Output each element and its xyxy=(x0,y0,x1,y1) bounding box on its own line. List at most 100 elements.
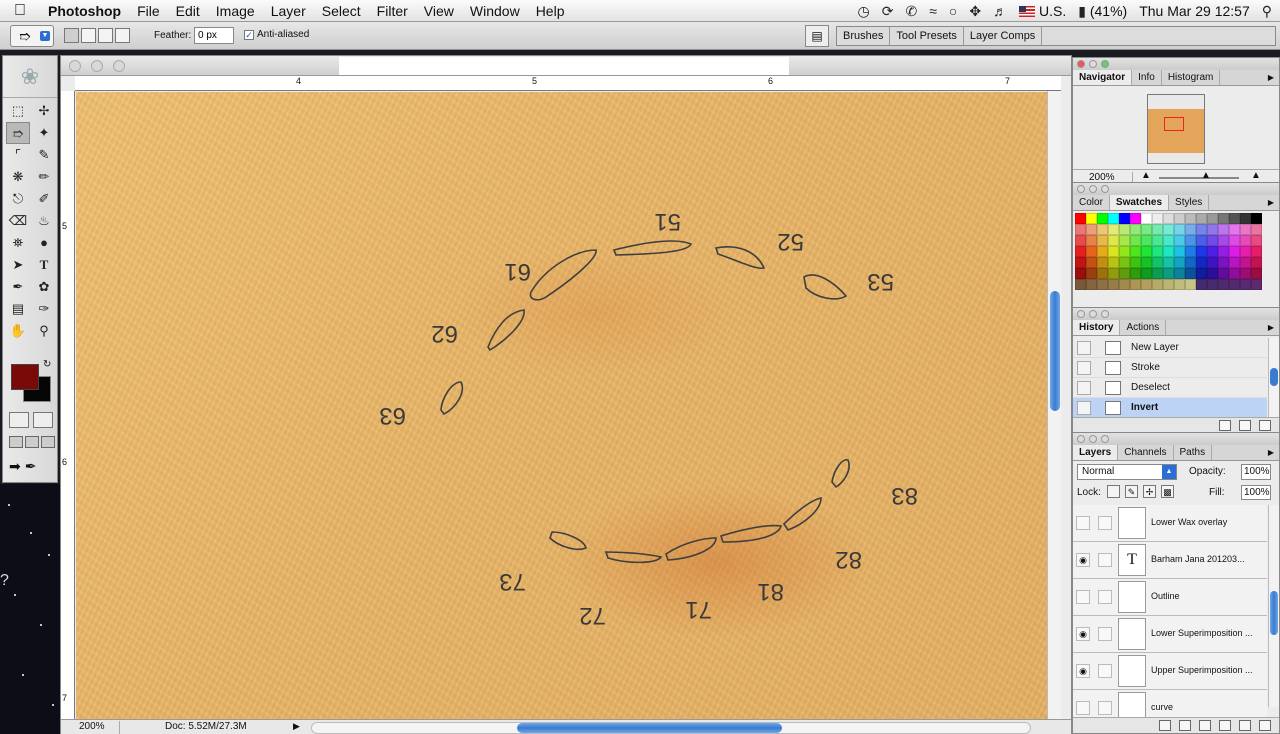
panel-menu-icon[interactable]: ▶ xyxy=(1265,321,1277,334)
history-item-selected[interactable]: Invert xyxy=(1073,398,1267,418)
fill-input[interactable]: 100% xyxy=(1241,485,1271,500)
color-swatch[interactable] xyxy=(1152,257,1163,268)
panel-titlebar[interactable] xyxy=(1073,58,1279,70)
color-swatch[interactable] xyxy=(1108,235,1119,246)
history-source-checkbox[interactable] xyxy=(1077,380,1091,395)
close-panel-button[interactable] xyxy=(1077,60,1085,68)
brush-tool-icon[interactable]: ✏ xyxy=(32,166,56,188)
color-swatch[interactable] xyxy=(1086,246,1097,257)
color-swatch[interactable] xyxy=(1097,268,1108,279)
color-swatch[interactable] xyxy=(1218,235,1229,246)
quick-mask-mode-button[interactable] xyxy=(33,412,53,428)
color-swatch[interactable] xyxy=(1174,213,1185,224)
volume-icon[interactable]: ♬ xyxy=(993,3,1007,19)
tab-paths[interactable]: Paths xyxy=(1174,445,1213,460)
color-swatch[interactable] xyxy=(1185,246,1196,257)
color-swatch[interactable] xyxy=(1130,224,1141,235)
color-swatch[interactable] xyxy=(1174,235,1185,246)
lock-pixels-icon[interactable]: ✎ xyxy=(1125,485,1138,498)
zoom-panel-button[interactable] xyxy=(1101,185,1109,193)
color-swatch[interactable] xyxy=(1174,224,1185,235)
healing-brush-tool-icon[interactable]: ❋ xyxy=(6,166,30,188)
layer-row[interactable]: curve xyxy=(1073,690,1267,717)
history-source-checkbox[interactable] xyxy=(1077,340,1091,355)
spotlight-search-icon[interactable]: ⚲ xyxy=(1262,3,1272,20)
color-swatch[interactable] xyxy=(1207,268,1218,279)
clone-stamp-tool-icon[interactable]: ⎋ xyxy=(6,188,30,210)
tab-layer-comps[interactable]: Layer Comps xyxy=(964,27,1043,45)
trash-icon[interactable] xyxy=(1259,720,1271,731)
zoom-tool-icon[interactable]: ⚲ xyxy=(32,320,56,342)
wifi-icon[interactable]: ≈ xyxy=(929,3,937,19)
color-swatch[interactable] xyxy=(1174,279,1185,290)
tab-channels[interactable]: Channels xyxy=(1118,445,1174,460)
foreground-color-swatch[interactable] xyxy=(11,364,39,390)
anti-aliased-checkbox[interactable]: ✓ xyxy=(244,29,254,40)
color-swatch[interactable] xyxy=(1240,257,1251,268)
color-swatch[interactable] xyxy=(1163,279,1174,290)
color-swatch[interactable] xyxy=(1218,279,1229,290)
slice-tool-icon[interactable]: ✎ xyxy=(32,144,56,166)
close-window-button[interactable] xyxy=(69,60,81,72)
history-item[interactable]: Stroke xyxy=(1073,358,1267,378)
color-swatch[interactable] xyxy=(1119,213,1130,224)
vertical-scroll-thumb[interactable] xyxy=(1050,291,1060,411)
tab-histogram[interactable]: Histogram xyxy=(1162,70,1221,85)
panel-menu-icon[interactable]: ▶ xyxy=(1265,196,1277,209)
tab-color[interactable]: Color xyxy=(1073,195,1110,210)
color-swatch[interactable] xyxy=(1163,257,1174,268)
pen-tool-icon[interactable]: ✒ xyxy=(6,276,30,298)
color-swatch[interactable] xyxy=(1086,235,1097,246)
visibility-toggle[interactable] xyxy=(1076,590,1090,604)
notes-tool-icon[interactable]: ▤ xyxy=(6,298,30,320)
color-swatch[interactable] xyxy=(1130,246,1141,257)
color-swatch[interactable] xyxy=(1240,268,1251,279)
color-swatch[interactable] xyxy=(1152,279,1163,290)
anti-aliased-option[interactable]: ✓ Anti-aliased xyxy=(244,29,309,40)
color-swatch[interactable] xyxy=(1229,235,1240,246)
battery-status[interactable]: ▮ (41%) xyxy=(1078,3,1127,20)
image-canvas[interactable]: 51 52 53 61 62 63 73 72 71 81 82 83 xyxy=(76,92,1047,719)
color-swatch[interactable] xyxy=(1108,279,1119,290)
color-swatch[interactable] xyxy=(1141,268,1152,279)
menu-file[interactable]: File xyxy=(129,0,168,22)
layer-link-toggle[interactable] xyxy=(1098,590,1112,604)
path-select-tool-icon[interactable]: ➤ xyxy=(6,254,30,276)
minimize-panel-button[interactable] xyxy=(1089,435,1097,443)
horizontal-scrollbar[interactable] xyxy=(311,722,1031,734)
lock-position-icon[interactable]: ✢ xyxy=(1143,485,1156,498)
history-scroll-thumb[interactable] xyxy=(1270,368,1278,386)
color-swatch[interactable] xyxy=(1174,268,1185,279)
color-swatch[interactable] xyxy=(1086,268,1097,279)
color-swatch[interactable] xyxy=(1097,235,1108,246)
menu-edit[interactable]: Edit xyxy=(168,0,208,22)
tab-brushes[interactable]: Brushes xyxy=(837,27,891,45)
color-swatch[interactable] xyxy=(1251,257,1262,268)
layer-style-icon[interactable] xyxy=(1159,720,1171,731)
color-swatch[interactable] xyxy=(1119,246,1130,257)
document-titlebar[interactable] xyxy=(61,56,1071,76)
close-panel-button[interactable] xyxy=(1077,310,1085,318)
color-swatch[interactable] xyxy=(1097,257,1108,268)
tab-styles[interactable]: Styles xyxy=(1169,195,1210,210)
panel-menu-icon[interactable]: ▶ xyxy=(1265,446,1277,459)
color-swatch[interactable] xyxy=(1130,257,1141,268)
color-swatch[interactable] xyxy=(1119,235,1130,246)
color-swatch[interactable] xyxy=(1207,235,1218,246)
photoshop-feather-logo[interactable]: ❀ xyxy=(3,56,57,98)
color-swatch[interactable] xyxy=(1119,279,1130,290)
apple-menu-icon[interactable]:  xyxy=(0,2,40,20)
color-swatch[interactable] xyxy=(1108,257,1119,268)
color-swatch[interactable] xyxy=(1229,246,1240,257)
color-swatch[interactable] xyxy=(1174,257,1185,268)
color-swatch[interactable] xyxy=(1163,213,1174,224)
new-group-icon[interactable] xyxy=(1199,720,1211,731)
zoom-out-icon[interactable]: ▲ xyxy=(1141,170,1151,181)
palette-well-icon[interactable]: ▤ xyxy=(805,25,829,47)
color-swatch[interactable] xyxy=(1196,246,1207,257)
clock[interactable]: Thu Mar 29 12:57 xyxy=(1139,3,1250,19)
doc-size-info[interactable]: Doc: 5.52M/27.3M xyxy=(165,721,247,732)
eye-icon[interactable]: ◉ xyxy=(1076,627,1090,641)
navigator-thumbnail[interactable] xyxy=(1147,94,1205,164)
zoom-panel-button[interactable] xyxy=(1101,435,1109,443)
